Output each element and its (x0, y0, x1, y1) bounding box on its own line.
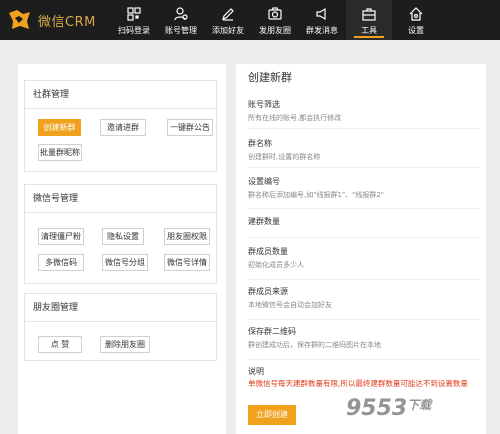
group-wechat-account-management: 微信号管理 清理僵尸粉 隐私设置 朋友圈权限 多微信码 微信号分组 微信号详情 (24, 184, 217, 284)
tool-list-panel: 社群管理 创建新群 邀请进群 一键群公告 批量群昵称 微信号管理 清理僵尸粉 隐… (18, 64, 226, 434)
delete-moments-button[interactable]: 删除朋友圈 (100, 336, 150, 353)
watermark-sub: 下载 (407, 398, 432, 412)
field-label: 设置编号 (248, 177, 280, 186)
field-label: 群成员来源 (248, 287, 288, 296)
nav-post-moments[interactable]: 发朋友圈 (252, 0, 298, 40)
nav-scan-login[interactable]: 扫码登录 (111, 0, 157, 40)
qr-code-icon (127, 7, 141, 21)
warning-text: 单微信号每天建群数量有限,所以最终建群数量可能达不到设置数量 (248, 379, 468, 388)
top-nav-bar: 微信CRM 扫码登录 账号管理 添加好友 发朋友圈 群发消息 工具 设置 (0, 0, 500, 40)
edit-icon (222, 8, 234, 21)
multi-wechat-code-button[interactable]: 多微信码 (38, 254, 84, 271)
nav-label: 账号管理 (165, 26, 197, 35)
site-watermark: 9553下载 (346, 396, 431, 421)
group-announcement-button[interactable]: 一键群公告 (167, 119, 213, 136)
account-grouping-button[interactable]: 微信号分组 (102, 254, 148, 271)
field-account-filter[interactable]: 账号筛选 所有在线的账号,都会执行修改 (248, 99, 480, 129)
brand-name: 微信CRM (38, 14, 96, 30)
field-label: 建群数量 (248, 217, 280, 226)
field-numbering[interactable]: 设置编号 群名称后添加编号,如"线报群1"、"线报群2" (248, 176, 480, 209)
nav-add-friend[interactable]: 添加好友 (205, 0, 251, 40)
field-save-qr[interactable]: 保存群二维码 群创建成功后，保存群的二维码图片在本地 (248, 326, 480, 360)
panel-title: 创建新群 (248, 71, 292, 84)
nav-settings[interactable]: 设置 (393, 0, 439, 40)
nav-label: 发朋友圈 (259, 26, 291, 35)
like-button[interactable]: 点 赞 (38, 336, 82, 353)
nav-label: 添加好友 (212, 26, 244, 35)
group-title: 朋友圈管理 (25, 294, 216, 322)
field-desc: 所有在线的账号,都会执行修改 (248, 114, 342, 122)
logo-icon (9, 10, 30, 29)
nav-label: 设置 (408, 26, 424, 35)
main-nav: 扫码登录 账号管理 添加好友 发朋友圈 群发消息 工具 设置 (111, 0, 440, 40)
group-title: 社群管理 (25, 81, 216, 109)
toolbox-icon (362, 8, 376, 21)
watermark-text: 9553 (346, 396, 408, 421)
field-label: 保存群二维码 (248, 327, 296, 336)
group-moments-management: 朋友圈管理 点 赞 删除朋友圈 (24, 293, 217, 361)
field-group-count[interactable]: 建群数量 (248, 216, 480, 238)
create-group-button[interactable]: 创建新群 (38, 119, 81, 136)
batch-group-nickname-button[interactable]: 批量群昵称 (38, 144, 82, 161)
group-community-management: 社群管理 创建新群 邀请进群 一键群公告 批量群昵称 (24, 80, 217, 172)
moments-permission-button[interactable]: 朋友圈权限 (164, 228, 210, 245)
nav-label: 工具 (361, 26, 377, 35)
home-settings-icon (409, 7, 423, 21)
field-member-count[interactable]: 群成员数量 初始化成员多少人 (248, 246, 480, 280)
group-title: 微信号管理 (25, 185, 216, 213)
field-desc: 群名称后添加编号,如"线报群1"、"线报群2" (248, 191, 385, 199)
nav-label: 扫码登录 (118, 26, 150, 35)
user-icon (174, 7, 188, 21)
field-desc: 群创建成功后，保存群的二维码图片在本地 (248, 341, 381, 349)
create-now-button[interactable]: 立即创建 (248, 405, 296, 425)
field-desc: 初始化成员多少人 (248, 261, 304, 269)
nav-mass-message[interactable]: 群发消息 (299, 0, 345, 40)
account-details-button[interactable]: 微信号详情 (164, 254, 210, 271)
privacy-settings-button[interactable]: 隐私设置 (102, 228, 144, 245)
note-label: 说明 (248, 367, 264, 376)
brand: 微信CRM (6, 7, 96, 33)
field-label: 账号筛选 (248, 100, 280, 109)
create-group-panel: 创建新群 账号筛选 所有在线的账号,都会执行修改 群名称 创建群时,设置的群名称… (236, 64, 486, 434)
nav-label: 群发消息 (306, 26, 338, 35)
invite-to-group-button[interactable]: 邀请进群 (100, 119, 146, 136)
field-label: 群成员数量 (248, 247, 288, 256)
nav-tools[interactable]: 工具 (346, 0, 392, 40)
nav-account-manage[interactable]: 账号管理 (158, 0, 204, 40)
field-desc: 本地微信号会自动会加好友 (248, 301, 332, 309)
clean-zombie-fans-button[interactable]: 清理僵尸粉 (38, 228, 84, 245)
field-group-name[interactable]: 群名称 创建群时,设置的群名称 (248, 138, 480, 168)
broadcast-icon (316, 7, 326, 21)
field-label: 群名称 (248, 139, 272, 148)
field-member-source[interactable]: 群成员来源 本地微信号会自动会加好友 (248, 286, 480, 320)
field-desc: 创建群时,设置的群名称 (248, 153, 321, 161)
camera-icon (268, 7, 282, 20)
